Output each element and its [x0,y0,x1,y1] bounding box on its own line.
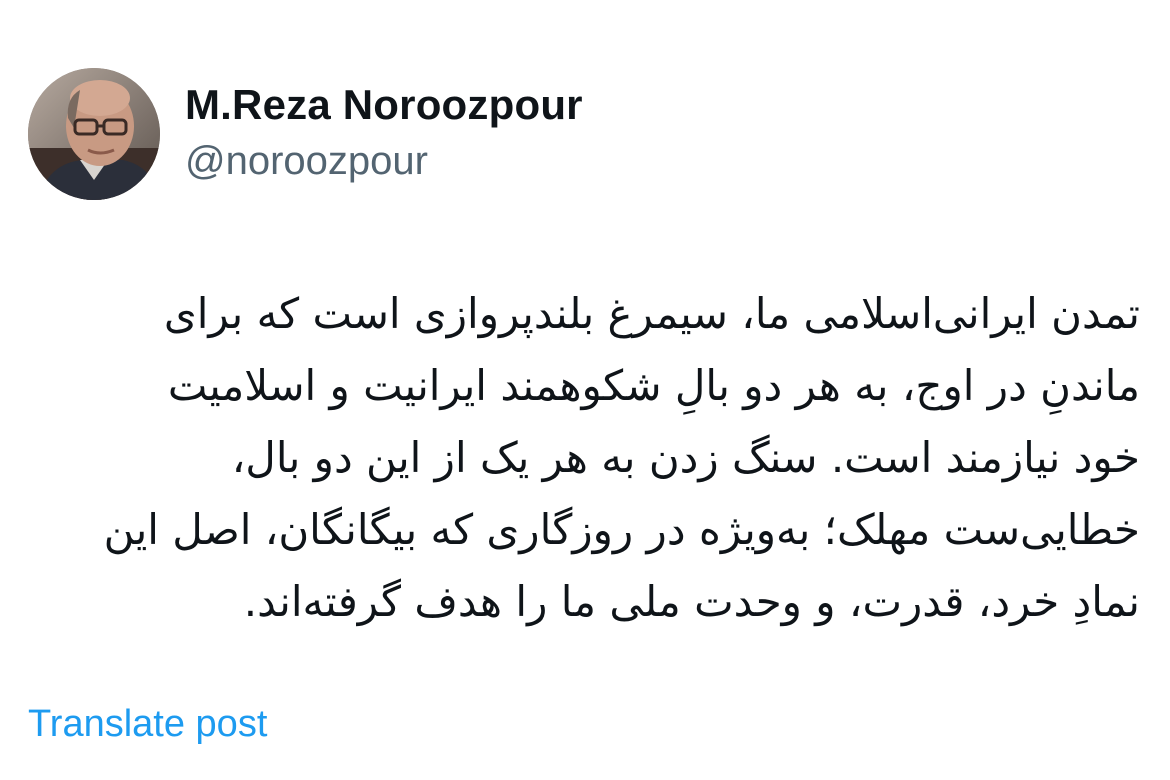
tweet-line: تمدن ایرانی‌اسلامی ما، سیمرغ بلندپروازی … [163,289,1140,338]
tweet-line: خود نیازمند است. سنگ زدن به هر یک از این… [231,433,1140,482]
tweet-line: نمادِ خرد، قدرت، و وحدت ملی ما را هدف گر… [243,577,1140,626]
tweet-line: ماندنِ در اوج، به هر دو بالِ شکوهمند ایر… [167,361,1140,410]
avatar[interactable] [28,68,160,200]
author-display-name[interactable]: M.Reza Noroozpour [185,79,583,131]
author-names: M.Reza Noroozpour @noroozpour [185,79,583,189]
tweet-line: خطایی‌ست مهلک؛ به‌ویژه در روزگاری که بیگ… [103,505,1140,554]
translate-post-link[interactable]: Translate post [28,700,267,748]
avatar-photo [28,68,160,200]
author-handle[interactable]: @noroozpour [185,133,583,189]
tweet-text: تمدن ایرانی‌اسلامی ما، سیمرغ بلندپروازی … [20,278,1140,638]
tweet-header: M.Reza Noroozpour @noroozpour [28,68,583,200]
